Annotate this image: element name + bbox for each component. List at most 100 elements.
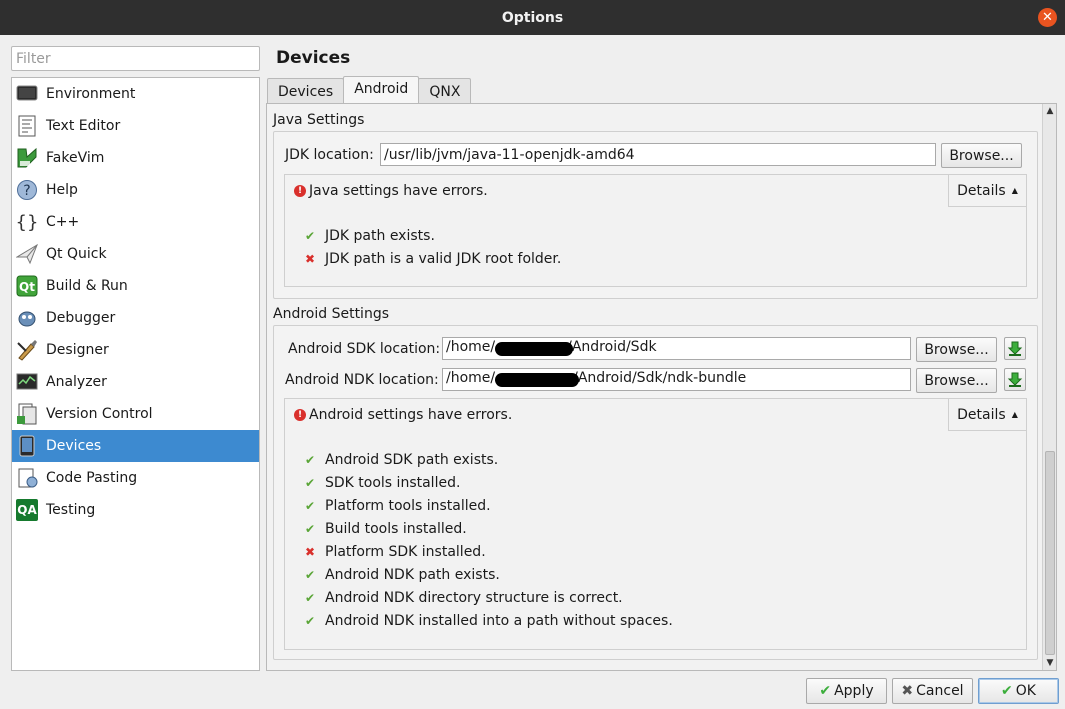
summary-text: Java settings have errors. xyxy=(309,183,488,199)
sdk-browse-button[interactable]: Browse... xyxy=(916,337,997,362)
ok-button[interactable]: ✔ OK xyxy=(978,678,1059,704)
path-suffix: /Android/Sdk/ndk-bundle xyxy=(573,370,747,386)
panel-scrollbar[interactable]: ▲ ▼ xyxy=(1042,104,1056,670)
cross-icon: ✖ xyxy=(305,545,316,559)
sidebar-item-devices[interactable]: Devices xyxy=(12,430,259,462)
jdk-browse-button[interactable]: Browse... xyxy=(941,143,1022,168)
ndk-location-input[interactable]: /home/ /Android/Sdk/ndk-bundle xyxy=(442,368,911,391)
sidebar-item-cpp[interactable]: {} C++ xyxy=(12,206,259,238)
sidebar-item-help[interactable]: ? Help xyxy=(12,174,259,206)
cpp-braces-icon: {} xyxy=(16,211,38,233)
options-category-list: Environment Text Editor FakeVim ? Help {… xyxy=(11,77,260,671)
redaction-mark xyxy=(495,342,573,356)
sidebar-item-testing[interactable]: QA Testing xyxy=(12,494,259,526)
android-settings-summary: ! Android settings have errors. Details … xyxy=(284,398,1027,650)
sidebar-item-label: Debugger xyxy=(46,310,116,326)
check-icon: ✔ xyxy=(305,229,316,243)
tab-android[interactable]: Android xyxy=(343,76,420,103)
sidebar-item-label: Help xyxy=(46,182,78,198)
sdk-location-input[interactable]: /home/ /Android/Sdk xyxy=(442,337,911,360)
check-icon: ✔ xyxy=(305,568,316,582)
button-label: Cancel xyxy=(916,683,964,699)
code-pasting-icon xyxy=(16,467,38,489)
scroll-up-icon[interactable]: ▲ xyxy=(1043,104,1057,118)
check-row: ✖ Platform SDK installed. xyxy=(305,542,486,562)
debugger-icon xyxy=(16,307,38,329)
designer-icon xyxy=(16,339,38,361)
check-text: Android NDK directory structure is corre… xyxy=(325,590,623,606)
caret-up-icon: ▲ xyxy=(1011,186,1018,195)
apply-button[interactable]: ✔ Apply xyxy=(806,678,887,704)
ndk-browse-button[interactable]: Browse... xyxy=(916,368,997,393)
filter-input[interactable] xyxy=(11,46,260,71)
svg-text:{}: {} xyxy=(16,212,38,233)
android-settings-title: Android Settings xyxy=(273,306,389,322)
button-label: Browse... xyxy=(924,341,989,358)
button-label: Browse... xyxy=(949,147,1014,164)
check-row: ✔ Platform tools installed. xyxy=(305,496,491,516)
sidebar-item-code-pasting[interactable]: Code Pasting xyxy=(12,462,259,494)
svg-text:Qt: Qt xyxy=(19,280,35,294)
sidebar-item-fakevim[interactable]: FakeVim xyxy=(12,142,259,174)
android-details-toggle[interactable]: Details ▲ xyxy=(948,398,1027,431)
details-label: Details xyxy=(957,406,1006,423)
sidebar-item-debugger[interactable]: Debugger xyxy=(12,302,259,334)
sidebar-item-label: Build & Run xyxy=(46,278,128,294)
sidebar-item-label: Code Pasting xyxy=(46,470,138,486)
sidebar-item-environment[interactable]: Environment xyxy=(12,78,259,110)
jdk-location-input[interactable] xyxy=(380,143,936,166)
sidebar-item-label: C++ xyxy=(46,214,80,230)
check-row: ✔ Android NDK installed into a path with… xyxy=(305,611,673,631)
scroll-down-icon[interactable]: ▼ xyxy=(1043,656,1057,670)
sidebar-item-label: Text Editor xyxy=(46,118,121,134)
version-control-icon xyxy=(16,403,38,425)
sidebar-item-text-editor[interactable]: Text Editor xyxy=(12,110,259,142)
button-label: Apply xyxy=(834,683,874,699)
check-text: Android SDK path exists. xyxy=(325,452,499,468)
java-details-toggle[interactable]: Details ▲ xyxy=(948,174,1027,207)
sidebar-item-label: Analyzer xyxy=(46,374,107,390)
page-title: Devices xyxy=(276,48,351,68)
sidebar-item-label: Testing xyxy=(46,502,96,518)
cross-icon: ✖ xyxy=(305,252,316,266)
sidebar-item-label: Devices xyxy=(46,438,102,454)
sidebar-item-analyzer[interactable]: Analyzer xyxy=(12,366,259,398)
button-label: OK xyxy=(1015,683,1036,699)
window-title: Options xyxy=(501,9,564,26)
tab-devices[interactable]: Devices xyxy=(267,78,345,104)
check-text: Platform SDK installed. xyxy=(325,544,486,560)
summary-header: ! Android settings have errors. xyxy=(294,407,512,423)
tab-qnx[interactable]: QNX xyxy=(418,78,472,104)
scrollbar-thumb[interactable] xyxy=(1045,451,1055,655)
sidebar-item-build-run[interactable]: Qt Build & Run xyxy=(12,270,259,302)
button-label: Browse... xyxy=(924,372,989,389)
check-icon: ✔ xyxy=(305,614,316,628)
monitor-icon xyxy=(16,83,38,105)
check-icon: ✔ xyxy=(305,476,316,490)
check-row: ✔ Build tools installed. xyxy=(305,519,467,539)
jdk-location-label: JDK location: xyxy=(285,147,374,163)
sidebar-item-qt-quick[interactable]: Qt Quick xyxy=(12,238,259,270)
help-icon: ? xyxy=(16,179,38,201)
check-row: ✔ SDK tools installed. xyxy=(305,473,460,493)
window-titlebar: Options ✕ xyxy=(0,0,1065,35)
check-row: ✔ JDK path exists. xyxy=(305,226,435,246)
sidebar-item-designer[interactable]: Designer xyxy=(12,334,259,366)
build-run-icon: Qt xyxy=(16,275,38,297)
error-icon: ! xyxy=(294,409,306,421)
caret-up-icon: ▲ xyxy=(1011,410,1018,419)
summary-text: Android settings have errors. xyxy=(309,407,513,423)
check-text: Platform tools installed. xyxy=(325,498,491,514)
check-text: JDK path is a valid JDK root folder. xyxy=(325,251,562,267)
sdk-download-button[interactable] xyxy=(1004,337,1026,360)
cancel-button[interactable]: ✖ Cancel xyxy=(892,678,973,704)
check-icon: ✔ xyxy=(1001,683,1013,699)
details-label: Details xyxy=(957,182,1006,199)
check-icon: ✔ xyxy=(305,453,316,467)
sidebar-item-version-control[interactable]: Version Control xyxy=(12,398,259,430)
java-settings-title: Java Settings xyxy=(273,112,365,128)
close-window-button[interactable]: ✕ xyxy=(1038,8,1057,27)
ndk-download-button[interactable] xyxy=(1004,368,1026,391)
error-icon: ! xyxy=(294,185,306,197)
check-text: Android NDK path exists. xyxy=(325,567,500,583)
